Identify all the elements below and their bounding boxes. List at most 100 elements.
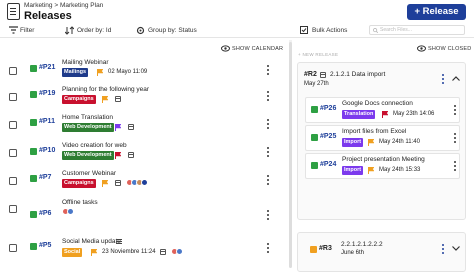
group-by-label: Group by: Status bbox=[148, 27, 197, 34]
row-checkbox[interactable] bbox=[9, 121, 17, 129]
release-card[interactable]: #P26 Google Docs connection Translation … bbox=[305, 97, 460, 123]
chevron-down-icon[interactable] bbox=[452, 246, 460, 251]
row-checkbox[interactable] bbox=[9, 67, 17, 75]
item-id[interactable]: #P10 bbox=[39, 147, 55, 154]
list-item[interactable]: #P11 Home Translation Web Development bbox=[0, 114, 282, 142]
list-item[interactable]: #P6 Offline tasks bbox=[0, 198, 282, 226]
item-id[interactable]: #P25 bbox=[320, 133, 336, 140]
list-item[interactable]: #P10 Video creation for web Web Developm… bbox=[0, 142, 282, 170]
show-closed-link[interactable]: SHOW CLOSED bbox=[417, 45, 472, 52]
row-menu-icon[interactable] bbox=[267, 91, 270, 102]
row-menu-icon[interactable] bbox=[267, 119, 270, 130]
filter-icon bbox=[9, 26, 18, 34]
item-id[interactable]: #P26 bbox=[320, 105, 336, 112]
chevron-up-icon[interactable] bbox=[452, 76, 460, 81]
row-menu-icon[interactable] bbox=[267, 147, 270, 158]
row-checkbox[interactable] bbox=[9, 93, 17, 101]
release-version[interactable]: 2.1.2.1 Data import bbox=[330, 71, 385, 78]
card-menu-icon[interactable] bbox=[454, 133, 457, 144]
list-item[interactable]: #P5 Social Media update Social 23 Noviem… bbox=[0, 237, 282, 265]
item-id[interactable]: #P24 bbox=[320, 161, 336, 168]
item-date: 23 Noviembre 11:24 bbox=[102, 249, 156, 255]
tag-badge: Campaigns bbox=[62, 95, 96, 104]
card-menu-icon[interactable] bbox=[454, 105, 457, 116]
list-item[interactable]: #P19 Planning for the following year Cam… bbox=[0, 86, 282, 114]
release-id[interactable]: #R3 bbox=[319, 245, 332, 252]
item-id[interactable]: #P19 bbox=[39, 90, 55, 97]
item-id[interactable]: #P7 bbox=[39, 174, 51, 181]
release-card[interactable]: #P25 Import files from Excel Import May … bbox=[305, 125, 460, 151]
status-indicator bbox=[30, 91, 37, 98]
row-menu-icon[interactable] bbox=[267, 65, 270, 76]
flag-icon bbox=[97, 69, 103, 76]
status-indicator bbox=[310, 246, 317, 253]
list-item[interactable]: #P21 Mailing Webinar Mailings 02 Mayo 11… bbox=[0, 59, 282, 88]
item-title[interactable]: Social Media update bbox=[62, 238, 121, 245]
filter-button[interactable]: Filter bbox=[9, 26, 34, 35]
status-indicator bbox=[30, 211, 37, 218]
group-by-button[interactable]: Group by: Status bbox=[136, 26, 197, 35]
tag-badge: Social bbox=[62, 248, 83, 257]
item-id[interactable]: #P5 bbox=[39, 242, 51, 249]
flag-icon bbox=[115, 152, 121, 159]
calendar-icon bbox=[128, 124, 134, 130]
show-calendar-link[interactable]: SHOW CALENDAR bbox=[221, 45, 283, 52]
order-by-button[interactable]: Order by: Id bbox=[65, 26, 111, 35]
row-checkbox[interactable] bbox=[9, 205, 17, 213]
show-closed-label: SHOW CLOSED bbox=[428, 46, 472, 52]
item-title[interactable]: Project presentation Meeting bbox=[342, 156, 425, 163]
item-title[interactable]: Import files from Excel bbox=[342, 128, 406, 135]
item-title[interactable]: Home Translation bbox=[62, 114, 113, 121]
item-id[interactable]: #P6 bbox=[39, 210, 51, 217]
row-checkbox[interactable] bbox=[9, 177, 17, 185]
release-version[interactable]: 2.2.1.2.1.2.2.2 bbox=[341, 241, 383, 248]
item-title[interactable]: Offline tasks bbox=[62, 199, 98, 206]
status-indicator bbox=[311, 134, 318, 141]
item-title[interactable]: Video creation for web bbox=[62, 142, 127, 149]
row-menu-icon[interactable] bbox=[267, 175, 270, 186]
flag-icon bbox=[368, 139, 374, 146]
item-id[interactable]: #P21 bbox=[39, 64, 55, 71]
flag-icon bbox=[115, 124, 121, 131]
clipboard-icon bbox=[7, 3, 20, 20]
sort-icon bbox=[65, 26, 74, 35]
item-title[interactable]: Mailing Webinar bbox=[62, 59, 108, 66]
tag-badge: Import bbox=[342, 138, 364, 147]
row-checkbox[interactable] bbox=[9, 149, 17, 157]
status-indicator bbox=[30, 243, 37, 250]
add-release-button[interactable]: + Release bbox=[407, 4, 466, 20]
assignee-avatars[interactable] bbox=[62, 208, 74, 215]
search-input[interactable]: Search Files... bbox=[369, 25, 465, 35]
item-title[interactable]: Customer Webinar bbox=[62, 170, 116, 177]
assignee-avatars[interactable] bbox=[171, 248, 183, 255]
release-date: June 6th bbox=[341, 250, 365, 256]
breadcrumb[interactable]: Marketing > Marketing Plan bbox=[24, 2, 103, 9]
row-menu-icon[interactable] bbox=[267, 210, 270, 221]
tag-badge: Translation bbox=[342, 110, 376, 119]
release-card[interactable]: #P24 Project presentation Meeting Import… bbox=[305, 153, 460, 179]
release-menu-icon[interactable] bbox=[442, 74, 445, 85]
tag-badge: Web Development bbox=[62, 151, 114, 160]
eye-icon bbox=[221, 45, 230, 52]
order-by-label: Order by: Id bbox=[77, 27, 112, 34]
card-menu-icon[interactable] bbox=[454, 161, 457, 172]
filter-label: Filter bbox=[20, 27, 35, 34]
status-indicator bbox=[311, 106, 318, 113]
row-menu-icon[interactable] bbox=[267, 243, 270, 254]
new-release-link[interactable]: + NEW RELEASE bbox=[298, 52, 338, 57]
release-id[interactable]: #R2 bbox=[304, 71, 317, 78]
bulk-actions-button[interactable]: Bulk Actions bbox=[300, 26, 347, 35]
item-id[interactable]: #P11 bbox=[39, 118, 55, 125]
list-item[interactable]: #P7 Customer Webinar Campaigns bbox=[0, 170, 282, 198]
assignee-avatars[interactable] bbox=[126, 179, 150, 186]
row-checkbox[interactable] bbox=[9, 244, 17, 252]
item-title[interactable]: Planning for the following year bbox=[62, 86, 149, 93]
scrollbar-thumb[interactable] bbox=[289, 42, 292, 268]
status-indicator bbox=[30, 175, 37, 182]
item-title[interactable]: Google Docs connection bbox=[342, 100, 413, 107]
release-menu-icon[interactable] bbox=[442, 244, 445, 255]
scrollbar[interactable] bbox=[289, 40, 292, 268]
toolbar: Filter Order by: Id Group by: Status Bul… bbox=[0, 24, 474, 38]
status-indicator bbox=[311, 162, 318, 169]
settings-icon bbox=[136, 26, 145, 35]
